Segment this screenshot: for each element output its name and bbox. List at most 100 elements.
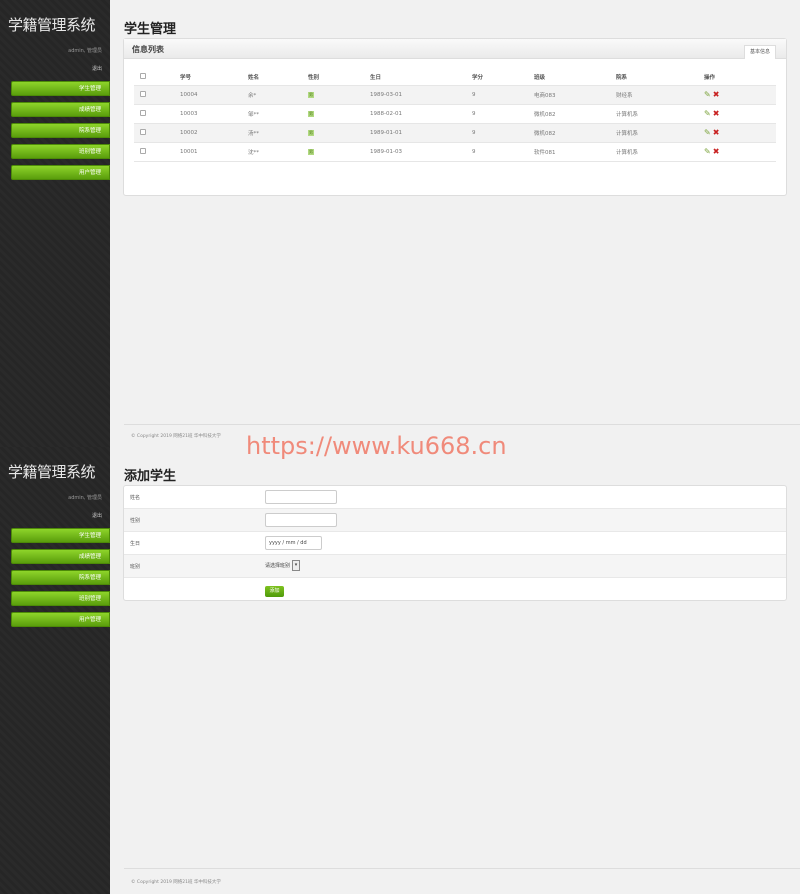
- footer-divider: [124, 424, 800, 425]
- cell-class: 电商083: [534, 84, 616, 104]
- delete-icon[interactable]: ✖: [713, 90, 720, 99]
- current-user: admin, 管理员: [68, 48, 102, 54]
- form-row-gender: 性别: [124, 509, 786, 532]
- cell-class: 软件081: [534, 141, 616, 162]
- col-header-gender: 性别: [308, 75, 320, 82]
- row-checkbox[interactable]: [140, 90, 146, 97]
- cell-name: 邹**: [248, 103, 308, 123]
- edit-icon[interactable]: ✎: [704, 128, 711, 137]
- cell-gender: 男: [308, 103, 370, 123]
- app-brand: 学籍管理系统: [8, 463, 96, 481]
- class-label: 班别: [130, 564, 141, 570]
- nav-student[interactable]: 学生管理: [11, 81, 110, 96]
- row-checkbox[interactable]: [140, 128, 146, 135]
- table-row: 10001 沈** 男 1989-01-03 9 软件081 计算机系 ✎ ✖: [134, 141, 776, 162]
- cell-id: 10004: [180, 84, 248, 104]
- panel-title: 信息列表: [132, 45, 164, 54]
- birthday-date-input[interactable]: yyyy / mm / dd: [265, 536, 322, 550]
- cell-id: 10003: [180, 103, 248, 123]
- table-row: 10004 余* 男 1989-03-01 9 电商083 财经系 ✎ ✖: [134, 84, 776, 104]
- watermark-url: https://www.ku668.cn: [246, 432, 507, 460]
- cell-birthday: 1988-02-01: [370, 103, 472, 123]
- row-select-cell: [134, 103, 180, 123]
- cell-credit: 9: [472, 122, 534, 142]
- birthday-label: 生日: [130, 541, 141, 547]
- gender-input[interactable]: [265, 513, 337, 527]
- sidebar-nav: 学生管理 成绩管理 院系管理 班别管理 用户管理: [11, 528, 110, 633]
- table-row: 10003 邹** 男 1988-02-01 9 微机082 计算机系 ✎ ✖: [134, 103, 776, 123]
- sidebar: 学籍管理系统 admin, 管理员 退出 学生管理 成绩管理 院系管理 班别管理…: [0, 447, 110, 894]
- col-header-name: 姓名: [248, 75, 260, 82]
- cell-credit: 9: [472, 84, 534, 104]
- cell-birthday: 1989-01-01: [370, 122, 472, 142]
- col-header-actions: 操作: [704, 75, 716, 82]
- sidebar-nav: 学生管理 成绩管理 院系管理 班别管理 用户管理: [11, 81, 110, 186]
- page-title: 学生管理: [124, 22, 177, 37]
- add-student-form: 姓名 性别 生日 yyyy / mm / dd 班别 请选择班别 ▾ 添加: [123, 485, 787, 601]
- cell-dept: 财经系: [616, 84, 704, 104]
- footer-copyright: © Copyright 2019 网络21班 华中科技大学: [131, 880, 221, 885]
- cell-credit: 9: [472, 103, 534, 123]
- table-row: 10002 汤** 男 1989-01-01 9 微机082 计算机系 ✎ ✖: [134, 122, 776, 142]
- cell-id: 10002: [180, 122, 248, 142]
- select-all-header: [134, 70, 180, 85]
- footer-copyright: © Copyright 2019 网络21班 华中科技大学: [131, 434, 221, 439]
- page-title: 添加学生: [124, 469, 177, 484]
- col-header-id: 学号: [180, 75, 192, 82]
- name-input[interactable]: [265, 490, 337, 504]
- footer-divider: [124, 868, 800, 869]
- student-list-screen: 学籍管理系统 admin, 管理员 退出 学生管理 成绩管理 院系管理 班别管理…: [0, 0, 800, 447]
- col-header-credit: 学分: [472, 75, 484, 82]
- row-checkbox[interactable]: [140, 147, 146, 154]
- cell-dept: 计算机系: [616, 141, 704, 162]
- table-header-row: 学号 姓名 性别 生日 学分 班级 院系 操作: [134, 70, 776, 85]
- col-header-dept: 院系: [616, 75, 628, 82]
- gender-label: 性别: [130, 518, 141, 524]
- nav-class[interactable]: 班别管理: [11, 144, 110, 159]
- edit-icon[interactable]: ✎: [704, 90, 711, 99]
- student-table: 学号 姓名 性别 生日 学分 班级 院系 操作 10004 余* 男 1989-…: [134, 70, 776, 162]
- nav-department[interactable]: 院系管理: [11, 123, 110, 138]
- cell-class: 微机082: [534, 122, 616, 142]
- cell-dept: 计算机系: [616, 103, 704, 123]
- nav-department[interactable]: 院系管理: [11, 570, 110, 585]
- row-checkbox[interactable]: [140, 109, 146, 116]
- edit-icon[interactable]: ✎: [704, 109, 711, 118]
- nav-grade[interactable]: 成绩管理: [11, 549, 110, 564]
- logout-link[interactable]: 退出: [92, 65, 102, 72]
- gender-badge: 男: [308, 110, 314, 117]
- cell-actions: ✎ ✖: [704, 122, 776, 142]
- edit-icon[interactable]: ✎: [704, 147, 711, 156]
- row-select-cell: [134, 84, 180, 104]
- delete-icon[interactable]: ✖: [713, 109, 720, 118]
- cell-gender: 男: [308, 84, 370, 104]
- class-select[interactable]: 请选择班别 ▾: [265, 560, 301, 572]
- col-header-class: 班级: [534, 75, 546, 82]
- app-brand: 学籍管理系统: [8, 16, 96, 34]
- gender-badge: 男: [308, 91, 314, 98]
- chevron-down-icon[interactable]: ▾: [292, 560, 301, 571]
- cell-name: 汤**: [248, 122, 308, 142]
- nav-student[interactable]: 学生管理: [11, 528, 110, 543]
- cell-actions: ✎ ✖: [704, 84, 776, 104]
- cell-actions: ✎ ✖: [704, 141, 776, 162]
- delete-icon[interactable]: ✖: [713, 147, 720, 156]
- nav-grade[interactable]: 成绩管理: [11, 102, 110, 117]
- logout-link[interactable]: 退出: [92, 512, 102, 519]
- nav-class[interactable]: 班别管理: [11, 591, 110, 606]
- cell-birthday: 1989-01-03: [370, 141, 472, 162]
- name-label: 姓名: [130, 495, 141, 501]
- current-user: admin, 管理员: [68, 495, 102, 501]
- nav-user[interactable]: 用户管理: [11, 612, 110, 627]
- add-submit-button[interactable]: 添加: [265, 586, 284, 597]
- gender-badge: 男: [308, 129, 314, 136]
- nav-user[interactable]: 用户管理: [11, 165, 110, 180]
- delete-icon[interactable]: ✖: [713, 128, 720, 137]
- form-row-birthday: 生日 yyyy / mm / dd: [124, 532, 786, 555]
- select-all-checkbox[interactable]: [140, 73, 146, 80]
- tab-basic-info[interactable]: 基本信息: [743, 45, 776, 59]
- gender-badge: 男: [308, 148, 314, 155]
- class-select-value: 请选择班别: [265, 563, 291, 569]
- cell-class: 微机082: [534, 103, 616, 123]
- sidebar: 学籍管理系统 admin, 管理员 退出 学生管理 成绩管理 院系管理 班别管理…: [0, 0, 110, 447]
